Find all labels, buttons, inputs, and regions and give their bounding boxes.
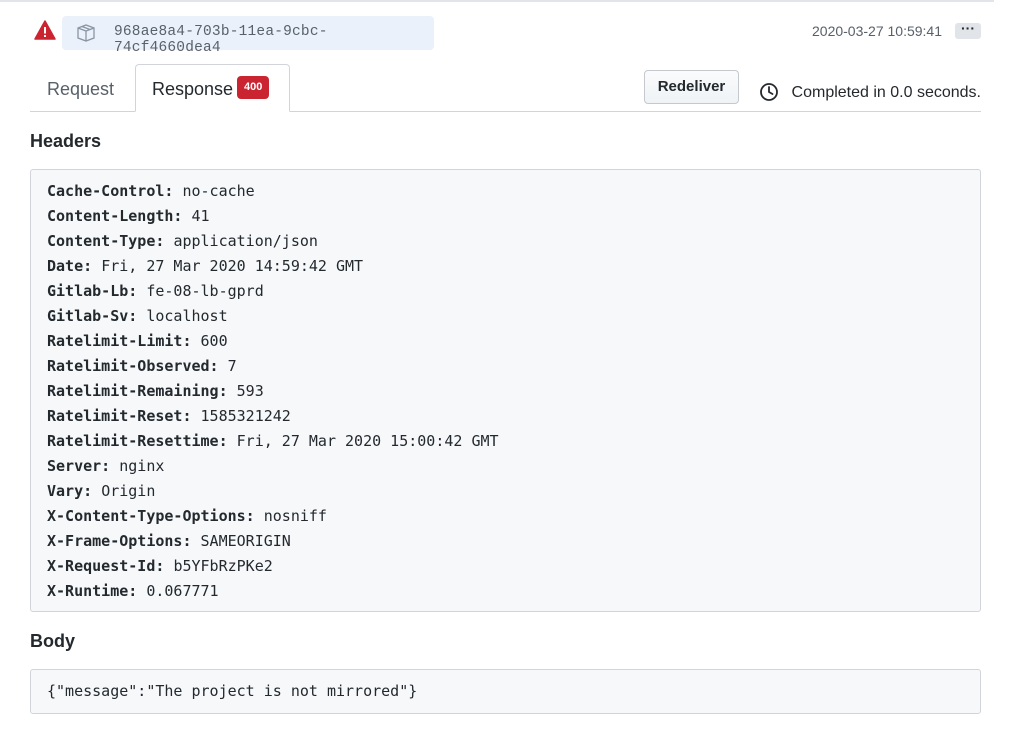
alert-icon bbox=[34, 20, 56, 40]
header-row: Content-Length: 41 bbox=[47, 206, 964, 231]
header-row: Date: Fri, 27 Mar 2020 14:59:42 GMT bbox=[47, 256, 964, 281]
header-key: Gitlab-Lb: bbox=[47, 282, 138, 300]
header-key: Ratelimit-Reset: bbox=[47, 407, 192, 425]
header-row: Cache-Control: no-cache bbox=[47, 181, 964, 206]
header-key: X-Request-Id: bbox=[47, 557, 165, 575]
header-key: Vary: bbox=[47, 482, 93, 500]
header-value: SAMEORIGIN bbox=[200, 532, 291, 550]
top-divider bbox=[0, 0, 994, 2]
header-row: X-Frame-Options: SAMEORIGIN bbox=[47, 531, 964, 556]
header-value: localhost bbox=[146, 307, 228, 325]
header-row: Server: nginx bbox=[47, 456, 964, 481]
header-key: Server: bbox=[47, 457, 111, 475]
delivery-timestamp: 2020-03-27 10:59:41 bbox=[812, 23, 942, 39]
header-key: Ratelimit-Resettime: bbox=[47, 432, 228, 450]
header-key: Content-Length: bbox=[47, 207, 183, 225]
tab-request[interactable]: Request bbox=[30, 64, 134, 112]
header-row: Gitlab-Sv: localhost bbox=[47, 306, 964, 331]
tab-request-label: Request bbox=[47, 79, 115, 99]
header-key: Ratelimit-Limit: bbox=[47, 332, 192, 350]
header-key: Ratelimit-Observed: bbox=[47, 357, 219, 375]
status-badge: 400 bbox=[237, 76, 270, 99]
header-row: Ratelimit-Limit: 600 bbox=[47, 331, 964, 356]
header-row: Ratelimit-Remaining: 593 bbox=[47, 381, 964, 406]
header-row: Content-Type: application/json bbox=[47, 231, 964, 256]
tabs-bar: Request Response 400 Redeliver Completed… bbox=[30, 64, 981, 112]
clock-icon bbox=[760, 83, 778, 101]
guid-text: 968ae8a4-703b-11ea-9cbc-74cf4660dea4 bbox=[114, 24, 328, 56]
header-key: X-Frame-Options: bbox=[47, 532, 192, 550]
header-value: nginx bbox=[119, 457, 165, 475]
body-block: {"message":"The project is not mirrored"… bbox=[30, 669, 981, 714]
header-value: application/json bbox=[173, 232, 318, 250]
body-heading: Body bbox=[30, 631, 75, 651]
header-key: Ratelimit-Remaining: bbox=[47, 382, 228, 400]
headers-block: Cache-Control: no-cache Content-Length: 4… bbox=[30, 169, 981, 612]
delivery-guid[interactable]: 968ae8a4-703b-11ea-9cbc-74cf4660dea4 bbox=[62, 16, 434, 56]
header-value: fe-08-lb-gprd bbox=[146, 282, 264, 300]
header-value: 600 bbox=[200, 332, 228, 350]
redeliver-button[interactable]: Redeliver bbox=[644, 70, 739, 104]
delivery-row: 968ae8a4-703b-11ea-9cbc-74cf4660dea4 202… bbox=[30, 14, 981, 56]
header-row: Ratelimit-Observed: 7 bbox=[47, 356, 964, 381]
package-icon bbox=[77, 24, 95, 42]
header-row: Ratelimit-Reset: 1585321242 bbox=[47, 406, 964, 431]
header-value: Fri, 27 Mar 2020 14:59:42 GMT bbox=[101, 257, 364, 275]
header-value: Origin bbox=[101, 482, 156, 500]
header-value: nosniff bbox=[263, 507, 327, 525]
header-row: Ratelimit-Resettime: Fri, 27 Mar 2020 15… bbox=[47, 431, 964, 456]
more-options-button[interactable]: ··· bbox=[955, 21, 981, 39]
header-key: X-Content-Type-Options: bbox=[47, 507, 255, 525]
header-key: Gitlab-Sv: bbox=[47, 307, 138, 325]
header-row: Vary: Origin bbox=[47, 481, 964, 506]
header-value: 41 bbox=[191, 207, 210, 225]
tab-response[interactable]: Response 400 bbox=[135, 64, 290, 112]
header-value: Fri, 27 Mar 2020 15:00:42 GMT bbox=[236, 432, 499, 450]
header-row: X-Request-Id: b5YFbRzPKe2 bbox=[47, 556, 964, 581]
header-row: Gitlab-Lb: fe-08-lb-gprd bbox=[47, 281, 964, 306]
tab-response-label: Response bbox=[152, 79, 234, 99]
header-value: no-cache bbox=[182, 182, 255, 200]
header-value: 1585321242 bbox=[200, 407, 291, 425]
header-value: 0.067771 bbox=[146, 582, 219, 600]
header-row: X-Content-Type-Options: nosniff bbox=[47, 506, 964, 531]
header-key: X-Runtime: bbox=[47, 582, 138, 600]
header-key: Content-Type: bbox=[47, 232, 165, 250]
header-value: 593 bbox=[236, 382, 264, 400]
headers-heading: Headers bbox=[30, 131, 102, 151]
header-key: Cache-Control: bbox=[47, 182, 174, 200]
header-row: X-Runtime: 0.067771 bbox=[47, 581, 964, 606]
header-key: Date: bbox=[47, 257, 93, 275]
header-value: b5YFbRzPKe2 bbox=[173, 557, 273, 575]
header-value: 7 bbox=[227, 357, 237, 375]
completed-status: Completed in 0.0 seconds. bbox=[791, 84, 981, 101]
